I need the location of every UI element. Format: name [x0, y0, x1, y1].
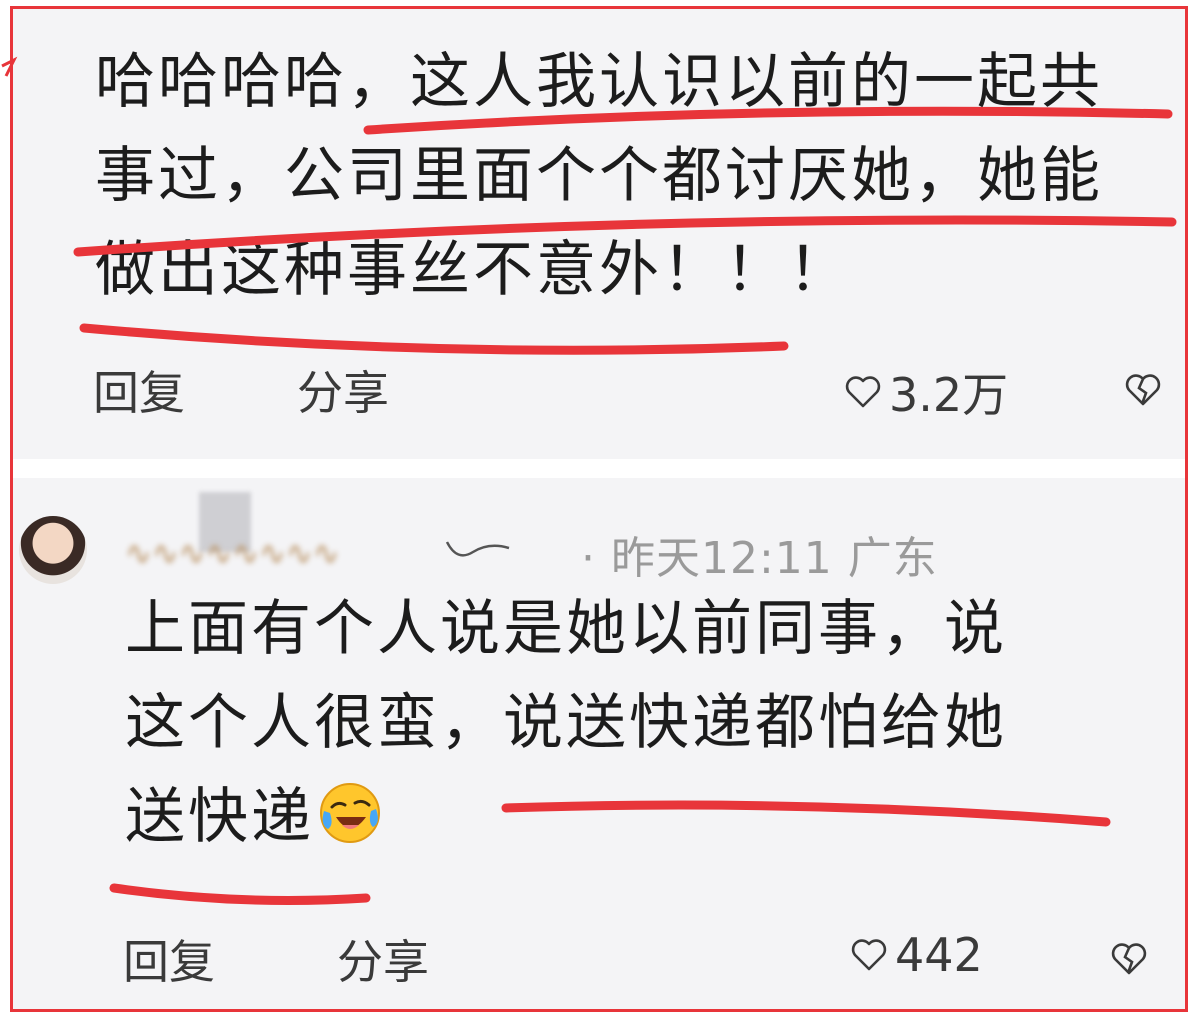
comment-header: ∿∿∿∿∿∿∿∿ · 昨天12:11 广东: [13, 492, 1185, 588]
comment-line: 这个人很蛮，说送快递都怕给她: [125, 688, 1007, 758]
broken-heart-icon: [1111, 943, 1147, 975]
share-button[interactable]: 分享: [297, 357, 389, 423]
card-separator: [13, 459, 1185, 478]
share-button[interactable]: 分享: [337, 926, 429, 992]
blurred-nickname: ∿∿∿∿∿∿∿∿: [125, 534, 340, 572]
dislike-button[interactable]: [1109, 936, 1149, 990]
dislike-button[interactable]: [1123, 367, 1163, 421]
blurred-badge-icon: [445, 541, 510, 557]
reply-button[interactable]: 回复: [93, 357, 185, 423]
reply-button[interactable]: 回复: [123, 926, 215, 992]
heart-outline-icon: [851, 939, 887, 971]
comment-text: 上面有个人说是她以前同事，说 这个人很蛮，说送快递都怕给她 送快递: [125, 582, 1185, 864]
heart-outline-icon: [845, 376, 881, 408]
comment-card: 哈哈哈哈，这人我认识以前的一起共 事过，公司里面个个都讨厌她，她能 做出这种事丝…: [13, 9, 1185, 459]
comment-text: 哈哈哈哈，这人我认识以前的一起共 事过，公司里面个个都讨厌她，她能 做出这种事丝…: [95, 35, 1185, 317]
laughing-crying-emoji: [320, 783, 380, 843]
comment-line-last: 送快递: [125, 770, 1185, 864]
comment-card: ∿∿∿∿∿∿∿∿ · 昨天12:11 广东 上面有个人说是她以前同事，说 这个人…: [13, 478, 1185, 1009]
like-count: 3.2万: [889, 368, 1009, 422]
comment-line: 做出这种事丝不意外！！！: [95, 235, 851, 305]
comment-line: 哈哈哈哈，这人我认识以前的一起共: [95, 47, 1103, 117]
action-bar: 回复 分享 3.2万: [13, 349, 1185, 429]
like-count: 442: [895, 928, 983, 982]
avatar[interactable]: [19, 516, 87, 584]
comment-time-location: · 昨天12:11 广东: [581, 533, 938, 584]
broken-heart-icon: [1125, 374, 1161, 406]
comment-line: 事过，公司里面个个都讨厌她，她能: [95, 141, 1103, 211]
like-button[interactable]: 3.2万: [843, 359, 1008, 425]
cropped-header: [13, 9, 1185, 23]
action-bar: 回复 分享 442: [13, 918, 1185, 998]
comment-line: 上面有个人说是她以前同事，说: [125, 594, 1007, 664]
comment-line-text: 送快递: [125, 782, 314, 852]
like-button[interactable]: 442: [849, 928, 983, 982]
